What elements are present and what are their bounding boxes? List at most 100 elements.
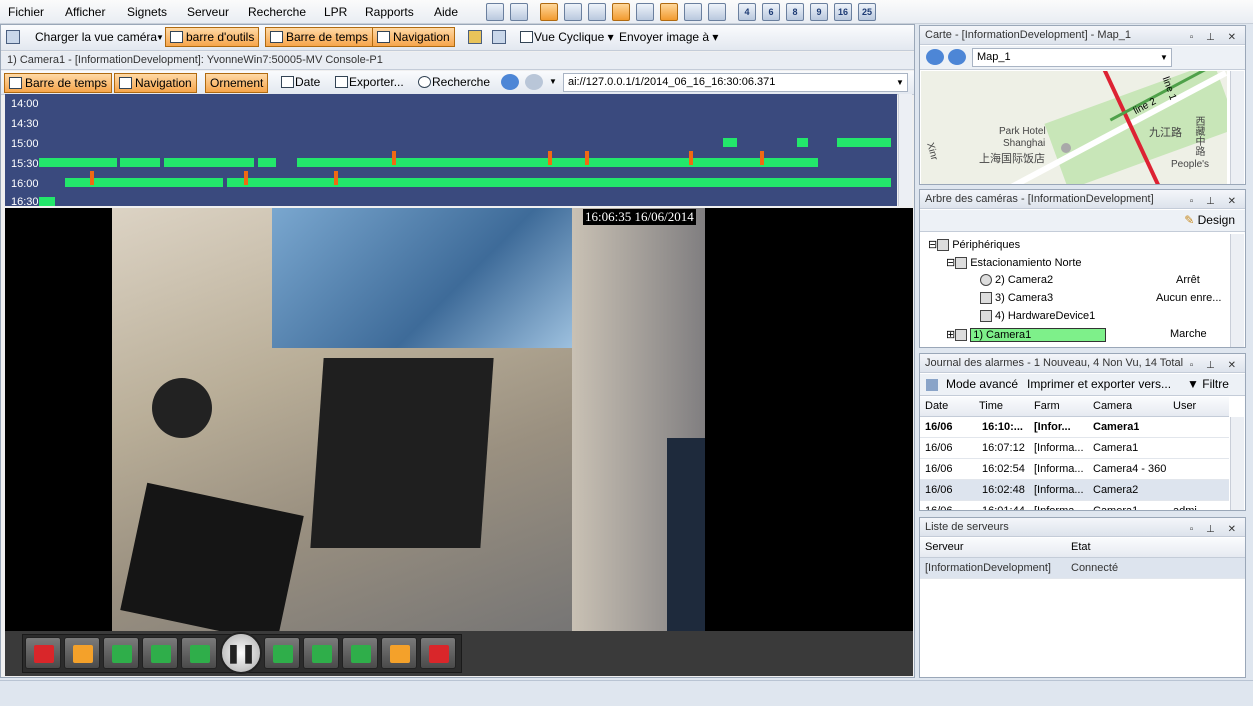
server-row[interactable]: [InformationDevelopment] Connecté [920,558,1245,579]
camera-tree-scrollbar[interactable] [1230,234,1244,347]
col-state[interactable]: Etat [1071,538,1091,557]
layout-6-button[interactable]: 6 [762,3,780,21]
tree-camera1[interactable]: ⊞ 1) Camera1 [946,328,1107,342]
timeline-scrollbar[interactable] [898,94,912,206]
panel-controls-icon[interactable]: ▫ ⊥ ✕ [1190,357,1241,375]
event-marker[interactable] [90,171,94,185]
alarm-row[interactable]: 16/06 16:10:... [Infor... Camera1 [920,417,1229,438]
recording-segment[interactable] [65,178,223,187]
fast-rewind-button[interactable] [103,637,139,669]
history-dropdown-icon[interactable]: ▼ [549,77,557,86]
map-selector[interactable]: Map_1 [972,48,1172,67]
forward-arrow-icon[interactable] [525,74,543,90]
filter-button[interactable]: ▼ Filtre [1187,374,1229,395]
recording-segment[interactable] [39,158,117,167]
recording-segment[interactable] [227,178,891,187]
recording-segment[interactable] [797,138,808,147]
recording-segment[interactable] [164,158,254,167]
alarm-row[interactable]: 16/06 16:07:12 [Informa... Camera1 [920,438,1229,459]
add-camera-icon[interactable] [486,3,504,21]
tree-devices[interactable]: ⊟ Périphériques [928,238,1020,252]
recording-segment[interactable] [258,158,276,167]
next-alarm-button[interactable] [381,637,417,669]
tree-camera2[interactable]: 2) Camera2 [980,274,1053,287]
panel-controls-icon[interactable]: ▫ ⊥ ✕ [1190,193,1241,211]
navigation-toggle-button[interactable]: Navigation [372,27,455,47]
map-canvas[interactable]: line 2 line 1 Park Hotel Shanghai 上海国际饭店… [921,71,1227,184]
map-forward-icon[interactable] [948,49,966,65]
print-export-button[interactable]: Imprimer et exporter vers... [1027,374,1171,395]
menu-serveur[interactable]: Serveur [187,5,229,19]
map-scrollbar[interactable] [1230,71,1244,184]
previous-alarm-button[interactable] [64,637,100,669]
recording-segment[interactable] [39,197,55,206]
col-server[interactable]: Serveur [925,538,964,557]
recording-segment[interactable] [723,138,737,147]
recording-segment[interactable] [297,158,818,167]
panel-icon[interactable] [564,3,582,21]
alarm-scrollbar[interactable] [1230,417,1244,510]
timebar-toggle-button[interactable]: Barre de temps [265,27,374,47]
toolbar-toggle-button[interactable]: barre d'outils [165,27,260,47]
event-marker[interactable] [244,171,248,185]
event-marker[interactable] [760,151,764,165]
export-button[interactable]: Exporter... [331,73,404,93]
tree-hardware1[interactable]: 4) HardwareDevice1 [980,310,1095,323]
step-back-button[interactable] [181,637,217,669]
video-viewport[interactable]: 16:06:35 16/06/2014 [5,208,913,631]
layout-16-button[interactable]: 16 [834,3,852,21]
layout-8-button[interactable]: 8 [786,3,804,21]
date-button[interactable]: Date [277,73,320,93]
pause-button[interactable]: ❚❚ [220,632,262,674]
fast-forward-button[interactable] [342,637,378,669]
event-marker[interactable] [392,151,396,165]
alarm-row[interactable]: 16/06 16:02:54 [Informa... Camera4 - 360 [920,459,1229,480]
map-back-icon[interactable] [926,49,944,65]
tree-camera3[interactable]: 3) Camera3 [980,292,1053,305]
ornament-button[interactable]: Ornement [205,73,269,93]
recording-segment[interactable] [120,158,160,167]
alarm-row-selected[interactable]: 16/06 16:02:48 [Informa... Camera2 [920,480,1229,501]
timeline[interactable]: 14:00 14:30 15:00 15:30 16:00 16:30 [5,94,897,206]
tree-parking[interactable]: ⊟ Estacionamiento Norte [946,256,1082,270]
view-navigation-button[interactable]: Navigation [114,73,197,93]
menu-aide[interactable]: Aide [434,5,458,19]
advanced-mode-button[interactable]: Mode avancé [946,374,1018,395]
layout-detail-icon[interactable] [684,3,702,21]
menu-fichier[interactable]: Fichier [8,5,44,19]
map-selector-chevron-icon[interactable]: ▼ [1160,53,1168,62]
go-start-button[interactable] [25,637,61,669]
view-timebar-button[interactable]: Barre de temps [4,73,113,93]
back-arrow-icon[interactable] [501,74,519,90]
layout-list-icon[interactable] [612,3,630,21]
col-user[interactable]: User [1173,397,1196,416]
menu-rapports[interactable]: Rapports [365,5,414,19]
menu-signets[interactable]: Signets [127,5,167,19]
menu-recherche[interactable]: Recherche [248,5,306,19]
chevron-down-icon[interactable]: ▼ [156,33,164,42]
col-farm[interactable]: Farm [1034,397,1060,416]
menu-afficher[interactable]: Afficher [65,5,105,19]
col-time[interactable]: Time [979,397,1003,416]
layout-9-button[interactable]: 9 [810,3,828,21]
load-view-button[interactable]: Charger la vue caméra [17,28,157,48]
search-button[interactable]: Recherche [414,73,490,93]
alarm-row[interactable]: 16/06 16:01:44 [Informa... Camera1 admi.… [920,501,1229,510]
design-button[interactable]: ✎ Design [1184,213,1235,227]
menu-lpr[interactable]: LPR [324,5,347,19]
add-view-icon[interactable] [492,30,506,44]
forward-button[interactable] [303,637,339,669]
panel-controls-icon[interactable]: ▫ ⊥ ✕ [1190,521,1241,539]
step-forward-button[interactable] [264,637,300,669]
send-image-button[interactable]: Envoyer image à ▾ [601,28,718,48]
layout-lines-icon[interactable] [636,3,654,21]
url-dropdown-icon[interactable]: ▼ [896,78,904,87]
event-marker[interactable] [689,151,693,165]
event-marker[interactable] [585,151,589,165]
event-marker[interactable] [548,151,552,165]
cyclic-view-button[interactable]: Vue Cyclique ▾ [516,28,614,48]
event-marker[interactable] [334,171,338,185]
col-date[interactable]: Date [925,397,948,416]
go-end-button[interactable] [420,637,456,669]
ptz-icon[interactable] [588,3,606,21]
